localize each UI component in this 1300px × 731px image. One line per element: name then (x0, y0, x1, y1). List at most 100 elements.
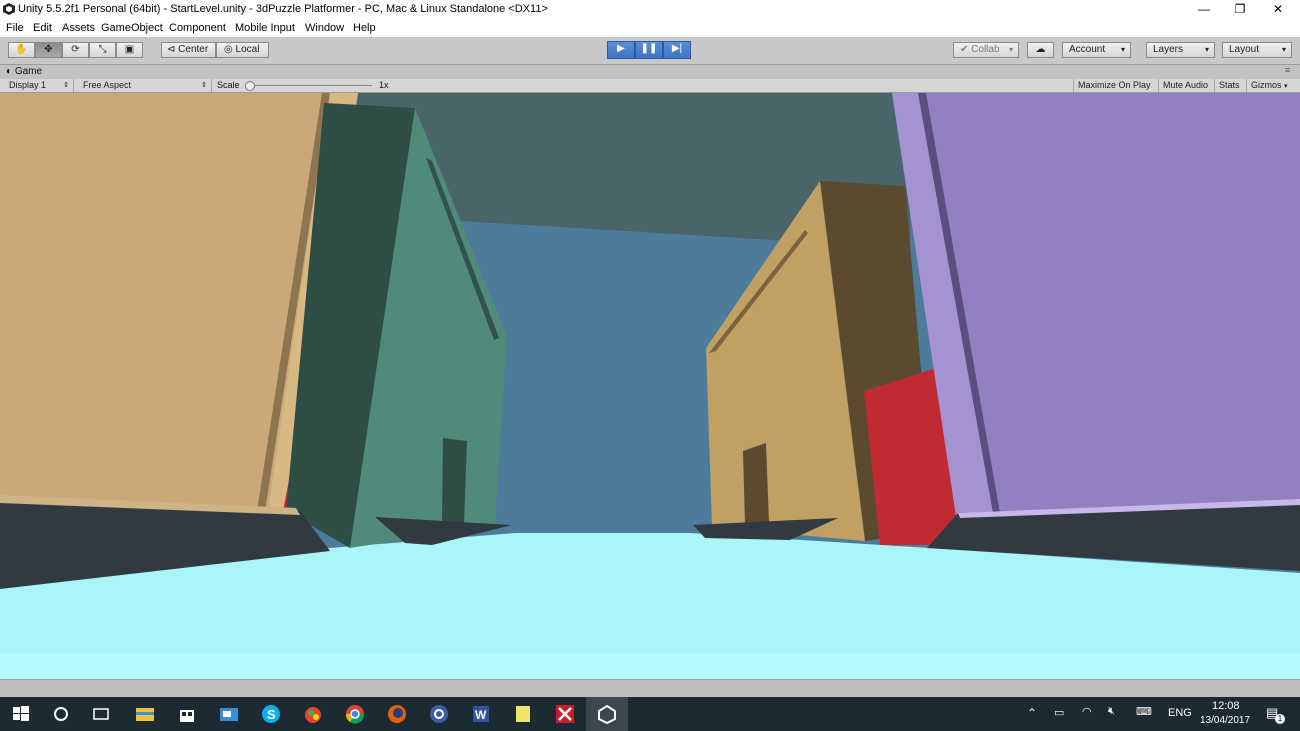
windows-start-icon[interactable] (10, 703, 32, 725)
scale-slider-handle[interactable] (245, 81, 255, 91)
menu-assets[interactable]: Assets (62, 22, 95, 34)
store-icon[interactable] (176, 703, 198, 725)
khaki-door (743, 443, 769, 525)
hand-icon: ✋ (15, 44, 28, 55)
game-tab-icon: ◐ (6, 66, 13, 77)
minimize-button[interactable]: — (1186, 0, 1222, 19)
word-icon[interactable]: W (470, 703, 492, 725)
menu-gameobject[interactable]: GameObject (101, 22, 163, 34)
skype-icon[interactable]: S (260, 703, 282, 725)
account-label: Account (1069, 44, 1106, 55)
space-label: Local (235, 44, 260, 55)
clock-date[interactable]: 13/04/2017 (1200, 715, 1250, 726)
scale-tool-button[interactable]: ⤡ (89, 42, 116, 58)
select-arrows-icon: ⇕ (63, 82, 69, 89)
firefox-icon[interactable] (386, 703, 408, 725)
layout-label: Layout (1229, 44, 1260, 55)
display-label: Display 1 (9, 80, 47, 90)
menu-help[interactable]: Help (353, 22, 376, 34)
maximize-button[interactable]: ❐ (1222, 0, 1258, 19)
move-tool-button[interactable]: ✥ (35, 42, 62, 58)
collab-check-icon: ✔ (960, 44, 969, 55)
game-scene (0, 93, 1300, 679)
rotate-tool-button[interactable]: ⟳ (62, 42, 89, 58)
battery-icon[interactable]: ▭ (1054, 706, 1064, 719)
window-title: Unity 5.5.2f1 Personal (64bit) - StartLe… (18, 3, 548, 15)
gizmos-label: Gizmos (1251, 80, 1282, 90)
language-indicator[interactable]: ENG (1168, 707, 1192, 719)
title-bar: Unity 5.5.2f1 Personal (64bit) - StartLe… (0, 0, 1300, 19)
teal-door (442, 438, 467, 525)
show-hidden-icons-chevron-icon[interactable]: ⌃ (1027, 706, 1037, 720)
menu-bar: File Edit Assets GameObject Component Mo… (0, 19, 1300, 37)
aspect-select[interactable]: Free Aspect ⇕ (78, 79, 212, 92)
close-button[interactable]: ✕ (1260, 0, 1296, 19)
rotate-icon: ⟳ (71, 44, 80, 55)
chevron-down-icon: ▾ (1284, 83, 1288, 90)
task-view-icon[interactable] (90, 703, 112, 725)
aspect-label: Free Aspect (83, 80, 132, 90)
sticky-notes-icon[interactable] (512, 703, 534, 725)
layers-label: Layers (1153, 44, 1184, 55)
game-tab-label: Game (14, 66, 43, 77)
game-tab-bar: ◐ Game ≡ (0, 65, 1300, 79)
cloud-icon: ☁ (1035, 44, 1046, 55)
chevron-down-icon: ▾ (1281, 45, 1286, 54)
clock-time[interactable]: 12:08 (1212, 700, 1240, 712)
chevron-down-icon: ▾ (1008, 45, 1013, 54)
maximize-on-play-button[interactable]: Maximize On Play (1073, 79, 1155, 92)
step-button[interactable]: ▶| (663, 41, 691, 59)
account-dropdown[interactable]: Account ▾ (1062, 42, 1131, 58)
space-icon: ◎ (224, 44, 233, 55)
unity-icon[interactable] (596, 703, 618, 725)
notification-count-badge: 1 (1275, 714, 1285, 724)
pause-icon: ❚❚ (640, 43, 658, 54)
menu-mobile-input[interactable]: Mobile Input (235, 22, 295, 34)
wifi-icon[interactable]: ◠ (1082, 705, 1092, 718)
scale-icon: ⤡ (98, 44, 107, 55)
paint-app-icon[interactable] (302, 703, 324, 725)
cortana-search-icon[interactable] (50, 703, 72, 725)
space-local-button[interactable]: ◎ Local (216, 42, 269, 58)
mail-icon[interactable] (218, 703, 240, 725)
pivot-icon: ⊲ (167, 44, 176, 55)
scale-slider-track[interactable] (246, 85, 372, 86)
windows-taskbar: S W ⌃ ▭ ◠ 🔇︎ ⌨ ENG 12:08 13/04/2017 ▤ 1 (0, 697, 1300, 731)
settings-app-icon[interactable] (428, 703, 450, 725)
scale-label: Scale (217, 80, 240, 90)
gizmos-dropdown[interactable]: Gizmos ▾ (1246, 79, 1297, 92)
pause-button[interactable]: ❚❚ (635, 41, 663, 59)
volume-muted-icon[interactable]: 🔇︎ (1108, 705, 1115, 718)
pivot-center-button[interactable]: ⊲ Center (161, 42, 216, 58)
menu-component[interactable]: Component (169, 22, 226, 34)
tab-game[interactable]: ◐ Game (6, 65, 42, 79)
display-select[interactable]: Display 1 ⇕ (4, 79, 74, 92)
scale-value: 1x (379, 80, 389, 90)
keyboard-icon[interactable]: ⌨ (1136, 705, 1152, 718)
cloud-button[interactable]: ☁ (1027, 42, 1054, 58)
move-icon: ✥ (44, 44, 53, 55)
collab-dropdown[interactable]: ✔ Collab ▾ (953, 42, 1019, 58)
unity-logo-icon (3, 3, 15, 15)
game-app-icon[interactable] (554, 703, 576, 725)
chevron-down-icon: ▾ (1120, 45, 1125, 54)
rect-tool-button[interactable]: ▣ (116, 42, 143, 58)
play-icon: ▶ (617, 43, 625, 54)
layers-dropdown[interactable]: Layers ▾ (1146, 42, 1215, 58)
svg-text:S: S (267, 707, 276, 722)
tab-menu-icon[interactable]: ≡ (1285, 65, 1290, 75)
status-bar (0, 679, 1300, 698)
file-explorer-icon[interactable] (134, 703, 156, 725)
chrome-icon[interactable] (344, 703, 366, 725)
layout-dropdown[interactable]: Layout ▾ (1222, 42, 1292, 58)
play-button[interactable]: ▶ (607, 41, 635, 59)
menu-edit[interactable]: Edit (33, 22, 52, 34)
stats-button[interactable]: Stats (1214, 79, 1244, 92)
menu-window[interactable]: Window (305, 22, 344, 34)
menu-file[interactable]: File (6, 22, 24, 34)
rect-tool-icon: ▣ (124, 44, 135, 55)
hand-tool-button[interactable]: ✋ (8, 42, 35, 58)
mute-audio-button[interactable]: Mute Audio (1158, 79, 1213, 92)
game-view-viewport[interactable] (0, 93, 1300, 679)
step-icon: ▶| (671, 43, 683, 54)
